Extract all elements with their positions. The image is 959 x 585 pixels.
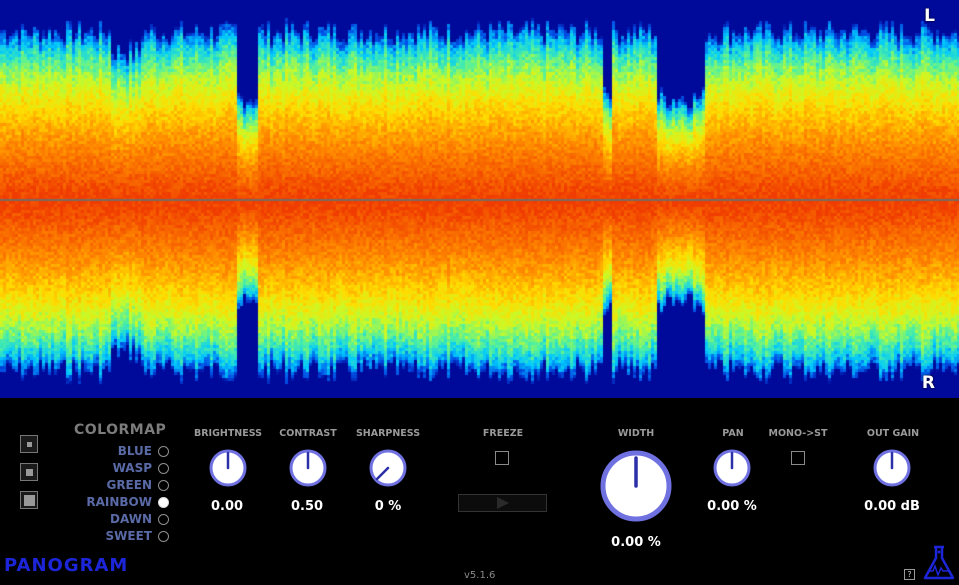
contrast-label: CONTRAST: [279, 428, 337, 439]
panogram-logo: PANOGRAM: [4, 555, 129, 576]
radio-button[interactable]: [158, 513, 169, 525]
contrast-knob[interactable]: [289, 449, 327, 487]
colormap-option-label: WASP: [112, 461, 152, 475]
colormap-option-rainbow[interactable]: RAINBOW: [86, 494, 169, 510]
colormap-option-dawn[interactable]: DAWN: [110, 511, 169, 527]
radio-button[interactable]: [158, 530, 169, 542]
freeze-checkbox[interactable]: [495, 451, 509, 465]
colormap-option-label: GREEN: [106, 478, 152, 492]
spectrogram-canvas: [0, 0, 959, 398]
colormap-option-label: RAINBOW: [86, 495, 152, 509]
freeze-play-button[interactable]: [458, 494, 547, 512]
large-view-button[interactable]: [20, 491, 38, 509]
pan-knob[interactable]: [713, 449, 751, 487]
version-label: v5.1.6: [464, 570, 496, 581]
out-gain-label: OUT GAIN: [866, 428, 920, 439]
small-square-icon: [27, 442, 32, 447]
medium-view-button[interactable]: [20, 463, 38, 481]
brightness-value: 0.00: [210, 499, 244, 514]
width-label: WIDTH: [617, 428, 655, 439]
left-channel-label: L: [924, 6, 935, 26]
freeze-label: FREEZE: [482, 428, 524, 439]
colormap-option-label: SWEET: [105, 529, 152, 543]
control-panel: COLORMAP BLUE WASP GREEN RAINBOW DAWN SW…: [0, 398, 959, 585]
right-channel-label: R: [921, 373, 935, 393]
brightness-label: BRIGHTNESS: [193, 428, 263, 439]
colormap-option-wasp[interactable]: WASP: [113, 460, 169, 476]
spectrogram-display: L R: [0, 0, 959, 398]
mono-to-stereo-checkbox[interactable]: [791, 451, 805, 465]
play-icon: [496, 497, 509, 509]
radio-button[interactable]: [158, 445, 169, 457]
small-view-button[interactable]: [20, 435, 38, 453]
radio-button-selected[interactable]: [158, 496, 169, 508]
medium-square-icon: [26, 469, 33, 476]
colormap-option-label: DAWN: [110, 512, 152, 526]
width-value: 0.00 %: [611, 535, 661, 550]
sharpness-knob[interactable]: [369, 449, 407, 487]
pan-label: PAN: [722, 428, 744, 439]
colormap-title: COLORMAP: [74, 422, 167, 438]
large-square-icon: [24, 495, 35, 506]
out-gain-value: 0.00 dB: [864, 499, 920, 514]
width-knob[interactable]: [599, 449, 673, 523]
contrast-value: 0.50: [290, 499, 324, 514]
colormap-option-blue[interactable]: BLUE: [118, 443, 169, 459]
out-gain-knob[interactable]: [873, 449, 911, 487]
radio-button[interactable]: [158, 462, 169, 474]
colormap-option-label: BLUE: [117, 444, 152, 458]
sharpness-value: 0 %: [374, 499, 402, 514]
sharpness-label: SHARPNESS: [355, 428, 421, 439]
radio-button[interactable]: [158, 479, 169, 491]
pan-value: 0.00 %: [707, 499, 757, 514]
brightness-knob[interactable]: [209, 449, 247, 487]
flask-logo-icon: [923, 545, 955, 580]
mono-to-stereo-label: MONO->ST: [768, 428, 828, 439]
colormap-option-sweet[interactable]: SWEET: [106, 528, 169, 544]
colormap-option-green[interactable]: GREEN: [106, 477, 169, 493]
help-button[interactable]: ?: [904, 569, 915, 580]
